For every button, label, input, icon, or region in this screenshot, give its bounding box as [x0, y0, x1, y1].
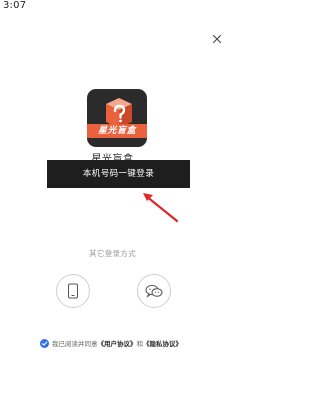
phone-login-button[interactable] [56, 274, 90, 308]
agreement-prefix: 我已阅读并同意 [52, 340, 98, 348]
pointer-arrow-icon [143, 193, 179, 223]
status-bar-time: 3:07 [3, 0, 27, 11]
other-login-label: 其它登录方式 [89, 249, 136, 258]
one-click-login-button[interactable]: 本机号码一键登录 [47, 160, 190, 188]
gift-box-icon [106, 98, 132, 128]
wechat-icon [145, 284, 163, 298]
agreement-row: 我已阅读并同意 《用户协议》 和 《隐私协议》 [40, 337, 182, 349]
close-button[interactable] [212, 29, 222, 44]
one-click-login-label: 本机号码一键登录 [82, 169, 155, 179]
close-icon [212, 34, 222, 44]
wechat-login-button[interactable] [137, 274, 171, 308]
logo-text: 星光盲盒 [87, 124, 147, 138]
agreement-checkbox[interactable] [40, 338, 49, 348]
user-agreement-link[interactable]: 《用户协议》 [98, 338, 137, 348]
privacy-policy-link[interactable]: 《隐私协议》 [143, 338, 182, 348]
app-logo: 星光盲盒 [87, 89, 147, 147]
check-icon [41, 340, 48, 346]
phone-icon [68, 283, 78, 299]
